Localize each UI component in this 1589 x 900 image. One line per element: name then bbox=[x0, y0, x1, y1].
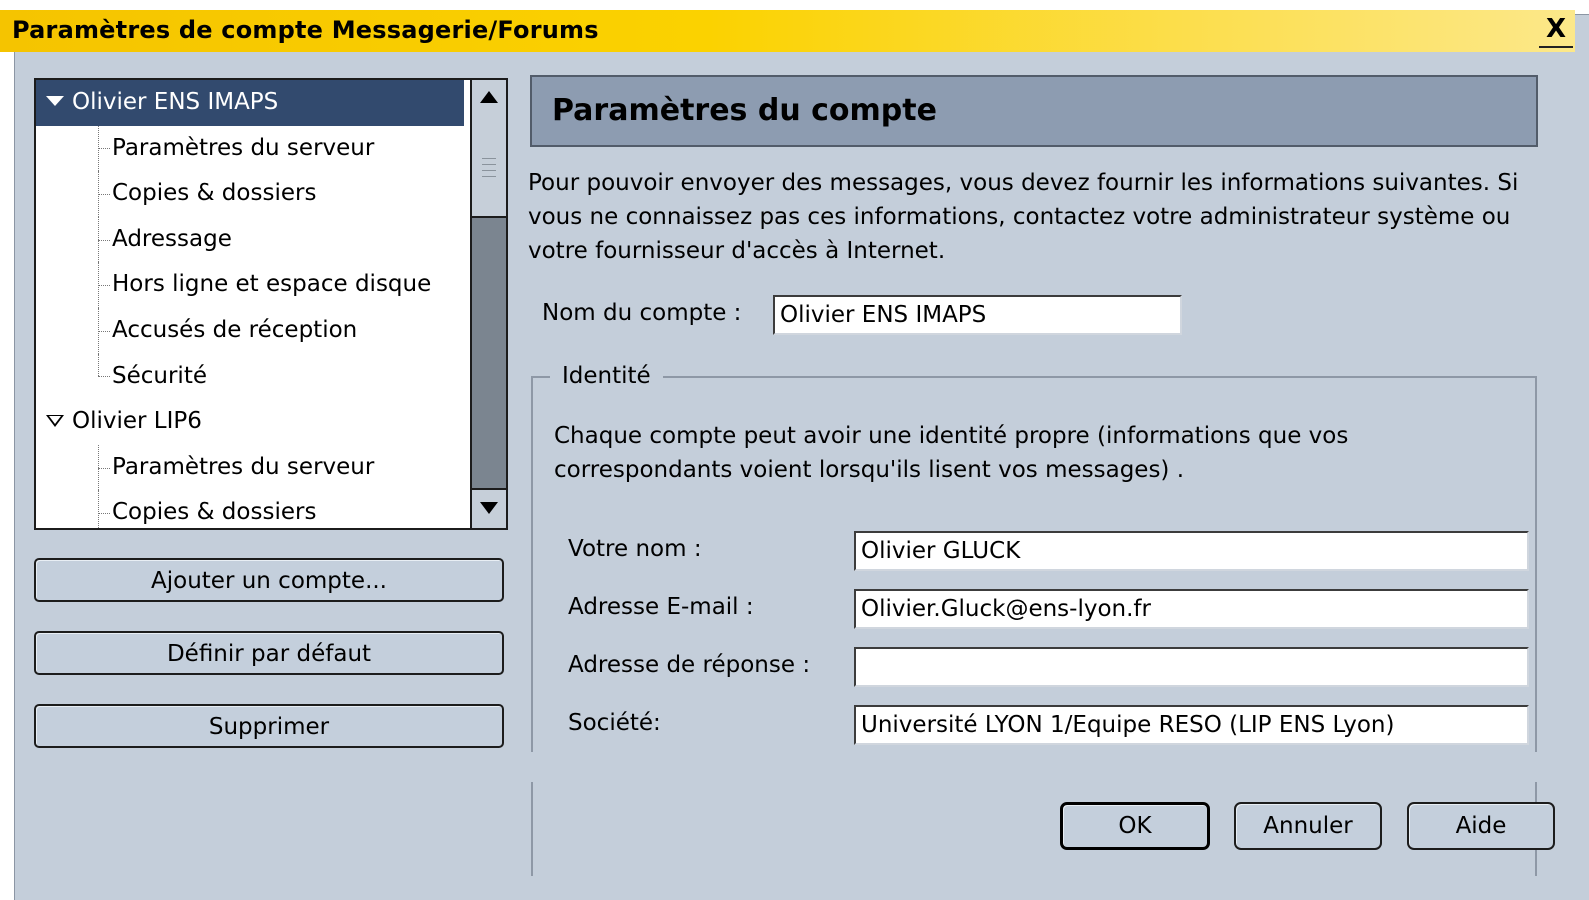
account-tree-list: Olivier ENS IMAPS Paramètres du serveur Co… bbox=[36, 80, 464, 528]
expand-triangle-icon[interactable] bbox=[46, 96, 64, 106]
grip-line bbox=[482, 158, 496, 159]
ok-button[interactable]: OK bbox=[1060, 802, 1210, 850]
tree-child-item[interactable]: Copies & dossiers bbox=[36, 171, 464, 217]
grip-line bbox=[482, 176, 496, 177]
tree-account-item[interactable]: Olivier LIP6 bbox=[36, 399, 464, 445]
title-bar: Paramètres de compte Messagerie/Forums X bbox=[0, 10, 1575, 52]
scroll-up-button[interactable] bbox=[472, 80, 506, 120]
cancel-button[interactable]: Annuler bbox=[1234, 802, 1382, 850]
panel-title: Paramètres du compte bbox=[552, 93, 937, 128]
tree-child-item[interactable]: Adressage bbox=[36, 216, 464, 263]
tree-item-label: Copies & dossiers bbox=[112, 499, 317, 526]
arrow-down-icon bbox=[480, 502, 498, 514]
tree-child-item[interactable]: Hors ligne et espace disque bbox=[36, 262, 464, 308]
reply-to-label: Adresse de réponse : bbox=[568, 652, 811, 678]
email-label: Adresse E-mail : bbox=[568, 594, 754, 620]
organization-label: Société: bbox=[568, 710, 661, 736]
tree-item-label: Copies & dossiers bbox=[112, 180, 317, 207]
organization-input[interactable]: Université LYON 1/Equipe RESO (LIP ENS L… bbox=[854, 705, 1529, 745]
scroll-down-button[interactable] bbox=[472, 488, 506, 528]
tree-item-label: Olivier LIP6 bbox=[72, 408, 202, 435]
tree-item-label: Adressage bbox=[112, 225, 232, 252]
help-button[interactable]: Aide bbox=[1407, 802, 1555, 850]
account-name-label: Nom du compte : bbox=[542, 300, 742, 326]
tree-connector-line bbox=[98, 353, 99, 377]
tree-scrollbar[interactable] bbox=[470, 80, 506, 528]
reply-to-input[interactable] bbox=[854, 647, 1529, 687]
panel-header: Paramètres du compte bbox=[530, 75, 1538, 147]
identity-description: Chaque compte peut avoir une identité pr… bbox=[554, 423, 1349, 483]
expand-triangle-icon[interactable] bbox=[46, 415, 64, 428]
tree-account-item[interactable]: Olivier ENS IMAPS bbox=[36, 80, 464, 126]
tree-item-label: Accusés de réception bbox=[112, 316, 358, 343]
tree-item-label: Hors ligne et espace disque bbox=[112, 271, 432, 298]
account-name-input[interactable]: Olivier ENS IMAPS bbox=[773, 295, 1182, 335]
grip-line bbox=[482, 164, 496, 165]
window-title: Paramètres de compte Messagerie/Forums bbox=[12, 16, 599, 44]
tree-item-label: Sécurité bbox=[112, 362, 207, 389]
tree-child-item[interactable]: Paramètres du serveur bbox=[36, 444, 464, 491]
groupbox-clip bbox=[531, 752, 1539, 782]
tree-item-label: Paramètres du serveur bbox=[112, 453, 375, 480]
close-icon[interactable]: X bbox=[1539, 14, 1573, 48]
add-account-button[interactable]: Ajouter un compte... bbox=[34, 558, 504, 602]
account-tree[interactable]: Olivier ENS IMAPS Paramètres du serveur Co… bbox=[34, 78, 508, 530]
tree-item-label: Olivier ENS IMAPS bbox=[72, 89, 279, 115]
tree-connector-line bbox=[98, 376, 110, 378]
tree-item-label: Paramètres du serveur bbox=[112, 134, 375, 161]
panel-description: Pour pouvoir envoyer des messages, vous … bbox=[528, 170, 1519, 264]
tree-child-item[interactable]: Sécurité bbox=[36, 353, 464, 400]
arrow-up-icon bbox=[480, 91, 498, 103]
tree-child-item[interactable]: Accusés de réception bbox=[36, 307, 464, 354]
tree-connector-line bbox=[98, 330, 110, 332]
tree-child-item[interactable]: Paramètres du serveur bbox=[36, 125, 464, 172]
tree-connector-line bbox=[98, 193, 110, 195]
delete-account-button[interactable]: Supprimer bbox=[34, 704, 504, 748]
grip-line bbox=[482, 170, 496, 171]
set-default-button[interactable]: Définir par défaut bbox=[34, 631, 504, 675]
tree-connector-line bbox=[98, 239, 110, 241]
name-input[interactable]: Olivier GLUCK bbox=[854, 531, 1529, 571]
tree-connector-line bbox=[98, 148, 110, 150]
tree-connector-line bbox=[98, 285, 110, 287]
tree-connector-line bbox=[98, 513, 110, 515]
tree-child-item[interactable]: Copies & dossiers bbox=[36, 490, 464, 528]
scroll-thumb[interactable] bbox=[472, 118, 506, 218]
name-label: Votre nom : bbox=[568, 536, 702, 562]
identity-legend: Identité bbox=[550, 363, 663, 389]
tree-connector-line bbox=[98, 467, 110, 469]
tree-connector-line bbox=[98, 490, 99, 528]
email-input[interactable]: Olivier.Gluck@ens-lyon.fr bbox=[854, 589, 1529, 629]
